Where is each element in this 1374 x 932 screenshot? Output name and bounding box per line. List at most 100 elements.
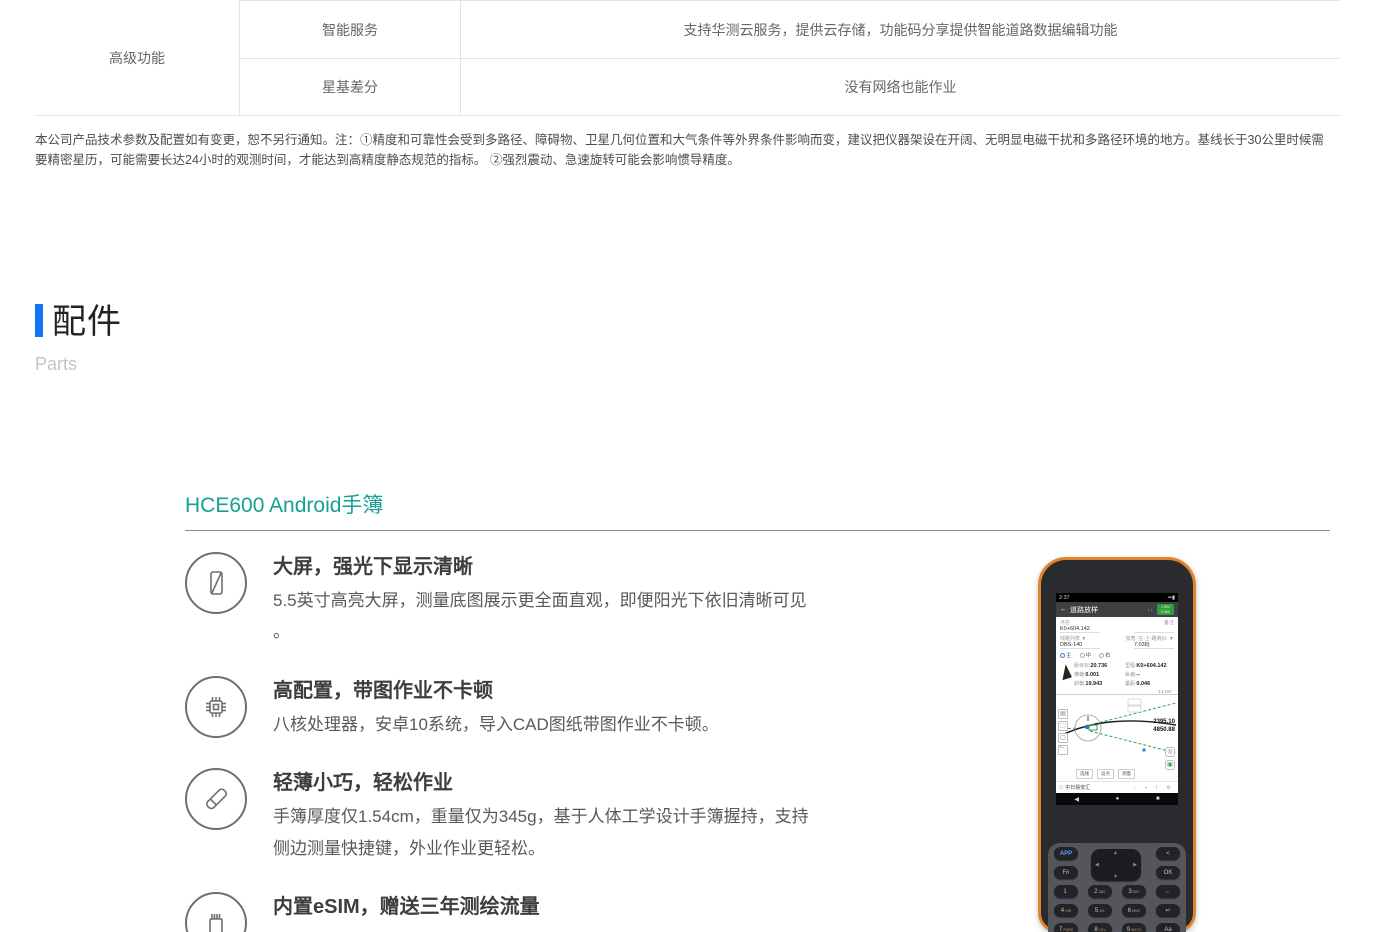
disclaimer-text: 本公司产品技术参数及配置如有变更，恕不另行通知。注：①精度和可靠性会受到多路径、…	[35, 130, 1330, 170]
feature-desc: 八核处理器，安卓10系统，导入CAD图纸带图作业不卡顿。	[273, 709, 821, 740]
antenna-icons: ↑↓	[1148, 607, 1155, 612]
key-4: 4GHI	[1054, 904, 1078, 917]
feature-title: 大屏，强光下显示清晰	[273, 550, 821, 579]
compass-arrow-icon	[1058, 664, 1072, 680]
footer-icons: › ▪ i ⚙	[1134, 785, 1175, 791]
android-nav-bar: ◀ ● ■	[1056, 793, 1178, 805]
footer-label: 中日易安汇	[1065, 784, 1090, 791]
device-screen: 2:37 ▪▪▮ ← 道路放样 ↑↓ 1.892 0.986 点名 备注 K0+…	[1056, 593, 1178, 805]
key-2: 2ABC	[1088, 885, 1112, 898]
stakeout-form: 点名 备注 K0+604.142 线路列表 ▼ 加宽: 左-上-路肩(0- ▼ …	[1056, 617, 1178, 649]
feature-item: 轻薄小巧，轻松作业 手簿厚度仅1.54cm，重量仅为345g，基于人体工学设计手…	[185, 762, 845, 864]
key-ok: OK	[1156, 866, 1180, 879]
feature-item: 大屏，强光下显示清晰 5.5英寸高亮大屏，测量底图展示更全面直观，即便阳光下依旧…	[185, 546, 845, 648]
dpad-down-icon: ▼	[1113, 874, 1118, 880]
spec-group-label: 高级功能	[35, 0, 240, 115]
dpad-up-icon: ▲	[1113, 850, 1118, 856]
status-time: 2:37	[1059, 595, 1070, 601]
magnifier-icon: ◎	[1165, 747, 1175, 757]
select-icon: ▢	[1058, 733, 1068, 743]
map-action-buttons: 选线 设点 测量	[1076, 769, 1135, 779]
status-icons: ▪▪▮	[1168, 595, 1175, 601]
field-value: K0+604.142	[1060, 626, 1100, 633]
key-6: 6MNO	[1122, 904, 1146, 917]
status-bar: 2:37 ▪▪▮	[1056, 593, 1178, 602]
radio-option: 右	[1099, 651, 1111, 659]
key-backspace: ←	[1156, 885, 1180, 898]
app-bar: ← 道路放样 ↑↓ 1.892 0.986	[1056, 602, 1178, 617]
feature-title: 轻薄小巧，轻松作业	[273, 766, 821, 795]
gnss-fix-badge: 1.892 0.986	[1157, 604, 1174, 615]
key-3: 3DEF	[1122, 885, 1146, 898]
product-photo-hce600: 2:37 ▪▪▮ ← 道路放样 ↑↓ 1.892 0.986 点名 备注 K0+…	[1038, 557, 1196, 932]
radio-icon	[1099, 653, 1104, 658]
product-title: HCE600 Android手簿	[185, 489, 1330, 531]
accent-bar	[35, 304, 43, 337]
nav-recent-icon: ■	[1156, 796, 1160, 802]
spec-row-feature: 星基差分	[240, 59, 461, 115]
spec-row-feature: 智能服务	[240, 0, 461, 59]
gnss-tool-icon: ▣	[1165, 760, 1175, 770]
section-title: 配件	[52, 303, 122, 341]
field-label: 线路列表 ▼	[1060, 635, 1086, 642]
feature-item: 内置eSIM，赠送三年测绘流量	[185, 886, 845, 932]
corner-icon: ﹂	[1058, 745, 1068, 755]
feature-title: 内置eSIM，赠送三年测绘流量	[273, 890, 821, 919]
radio-option: 主	[1060, 651, 1072, 659]
spec-row-value: 支持华测云服务，提供云存储，功能码分享提供智能道路数据编辑功能	[461, 0, 1340, 59]
dpad: ▲ ▼ ◀ ▶	[1091, 849, 1141, 881]
field-label: 点名	[1060, 619, 1070, 626]
spec-row-value: 没有网络也能作业	[461, 59, 1340, 115]
field-value: 7.038)	[1134, 642, 1174, 649]
radio-icon	[1080, 653, 1085, 658]
home-icon: ⌂	[1059, 784, 1063, 791]
key-8: 8TUV	[1088, 923, 1112, 932]
action-button: 选线	[1076, 769, 1093, 779]
feature-desc: 5.5英寸高亮大屏，测量底图展示更全面直观，即便阳光下依旧清晰可见 。	[273, 585, 821, 648]
device-keypad: ▲ ▼ ◀ ▶ APP < Fn OK 1. 2ABC 3DEF ← 4GHI 5J…	[1048, 843, 1186, 932]
nav-home-icon: ●	[1116, 796, 1120, 802]
key-enter: ↵	[1156, 904, 1180, 917]
field-label: 加宽: 左-上-路肩(0- ▼	[1125, 635, 1174, 642]
dpad-right-icon: ▶	[1133, 862, 1137, 868]
tilted-device-icon	[185, 768, 247, 830]
action-button: 设点	[1097, 769, 1114, 779]
esim-chip-icon	[185, 892, 247, 932]
section-subtitle: Parts	[35, 354, 122, 375]
key-9: 9WXYZ	[1122, 923, 1146, 932]
key-app: APP	[1054, 847, 1078, 860]
radio-selected-icon	[1060, 653, 1065, 658]
key-1: 1.	[1054, 885, 1078, 898]
feature-desc: 手簿厚度仅1.54cm，重量仅为345g，基于人体工学设计手簿握持，支持侧边测量…	[273, 801, 821, 864]
map-coordinates: 2395.10 4850.88	[1153, 719, 1175, 735]
handheld-screen-icon	[185, 552, 247, 614]
back-arrow-icon: ←	[1060, 606, 1067, 613]
key-7: 7PQRS	[1054, 923, 1078, 932]
map-view: 2395.10 4850.88 ▤ ⬚ ▢ ﹂ ◎ ▣ 选线 设点 测量	[1056, 695, 1178, 781]
section-header: 配件 Parts	[35, 294, 122, 375]
nav-back-icon: ◀	[1074, 796, 1079, 803]
radio-option: 中	[1080, 651, 1092, 659]
app-title: 道路放样	[1070, 605, 1098, 615]
extent-icon: ⬚	[1058, 721, 1068, 731]
spec-table: 高级功能 智能服务 支持华测云服务，提供云存储，功能码分享提供智能道路数据编辑功…	[35, 0, 1340, 116]
key-5: 5JKL	[1088, 904, 1112, 917]
key-fn: Fn	[1054, 866, 1078, 879]
stakeout-metrics: 距目标:20.736 里程:K0+604.142 横偏:0.001 纵偏:-- …	[1056, 661, 1178, 689]
feature-list: 大屏，强光下显示清晰 5.5英寸高亮大屏，测量底图展示更全面直观，即便阳光下依旧…	[185, 546, 845, 932]
field-label: 备注	[1164, 619, 1174, 626]
radio-group: 主 中 右	[1056, 649, 1178, 661]
feature-item: 高配置，带图作业不卡顿 八核处理器，安卓10系统，导入CAD图纸带图作业不卡顿。	[185, 670, 845, 740]
app-footer-bar: ⌂ 中日易安汇 › ▪ i ⚙	[1056, 781, 1178, 793]
layers-icon: ▤	[1058, 709, 1068, 719]
map-side-tools: ◎ ▣	[1165, 747, 1175, 770]
dpad-left-icon: ◀	[1095, 862, 1099, 868]
key-aa: Aa	[1156, 923, 1180, 932]
cpu-chip-icon	[185, 676, 247, 738]
key-back: <	[1156, 847, 1180, 860]
map-tools: ▤ ⬚ ▢ ﹂	[1058, 709, 1068, 755]
feature-title: 高配置，带图作业不卡顿	[273, 674, 821, 703]
field-value: DBS-140	[1060, 642, 1100, 649]
action-button: 测量	[1118, 769, 1135, 779]
field-value	[1134, 626, 1174, 633]
